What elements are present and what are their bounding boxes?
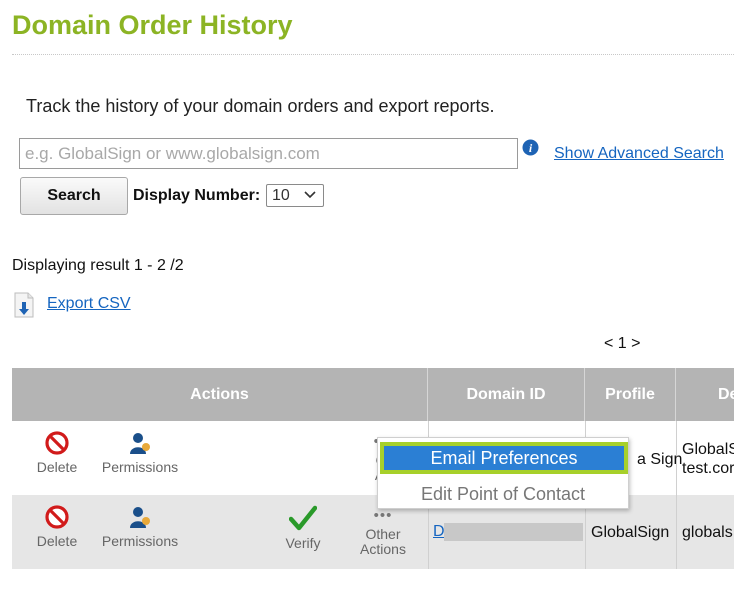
other-actions[interactable]: ••• Other Actions — [353, 507, 413, 557]
display-number-select[interactable]: 10 — [266, 184, 324, 207]
menu-item-edit-point-of-contact[interactable]: Edit Point of Contact — [378, 480, 628, 508]
delete-label: Delete — [36, 459, 78, 475]
details-cell: globals — [682, 524, 733, 541]
display-number-value: 10 — [272, 187, 290, 204]
profile-cell: GlobalSign — [591, 524, 670, 541]
result-summary: Displaying result 1 - 2 /2 — [12, 257, 184, 274]
column-header-domain-id[interactable]: Domain ID — [428, 368, 585, 421]
page-title: Domain Order History — [12, 10, 293, 40]
delete-label: Delete — [36, 533, 78, 549]
other-actions-menu: Email Preferences Edit Point of Contact — [377, 437, 629, 509]
pagination: < 1 > — [604, 335, 641, 353]
profile-cell: a Sign — [637, 451, 683, 468]
chevron-down-icon — [304, 191, 316, 199]
verify-action[interactable]: Verify — [278, 505, 328, 551]
show-advanced-search-link[interactable]: Show Advanced Search — [554, 145, 724, 163]
prev-page-link[interactable]: < — [604, 335, 613, 352]
current-page: 1 — [617, 335, 627, 352]
permissions-label: Permissions — [101, 459, 179, 475]
title-divider — [12, 54, 734, 55]
column-header-actions: Actions — [12, 368, 428, 421]
table-header: Actions Domain ID Profile De — [12, 368, 734, 421]
export-download-icon[interactable] — [13, 292, 35, 318]
column-header-details[interactable]: De — [676, 368, 734, 421]
verify-check-icon — [289, 505, 317, 531]
delete-icon — [45, 431, 69, 455]
delete-action[interactable]: Delete — [32, 431, 82, 475]
permissions-action[interactable]: Permissions — [100, 505, 180, 549]
delete-icon — [45, 505, 69, 529]
cell-divider — [676, 495, 677, 569]
other-actions-label-2: Actions — [360, 541, 406, 557]
delete-action[interactable]: Delete — [32, 505, 82, 549]
permissions-icon — [130, 433, 150, 454]
menu-item-email-preferences[interactable]: Email Preferences — [380, 442, 628, 474]
display-number-label: Display Number: — [133, 187, 261, 204]
export-csv-link[interactable]: Export CSV — [47, 295, 131, 313]
permissions-label: Permissions — [101, 533, 179, 549]
verify-label: Verify — [285, 535, 321, 551]
search-input[interactable] — [19, 138, 518, 169]
column-header-profile[interactable]: Profile — [585, 368, 676, 421]
next-page-link[interactable]: > — [631, 335, 640, 352]
more-dots-icon: ••• — [373, 507, 393, 524]
details-cell: GlobalS — [682, 441, 734, 458]
redacted-domain-id — [444, 523, 583, 541]
details-cell-line-2: test.cor — [682, 460, 734, 477]
domain-id-link[interactable]: D — [433, 523, 445, 541]
other-actions-label: Other — [365, 526, 401, 542]
permissions-icon — [130, 507, 150, 528]
page-description: Track the history of your domain orders … — [26, 96, 495, 116]
permissions-action[interactable]: Permissions — [100, 431, 180, 475]
info-icon[interactable]: i — [522, 139, 539, 156]
search-button[interactable]: Search — [20, 177, 128, 215]
